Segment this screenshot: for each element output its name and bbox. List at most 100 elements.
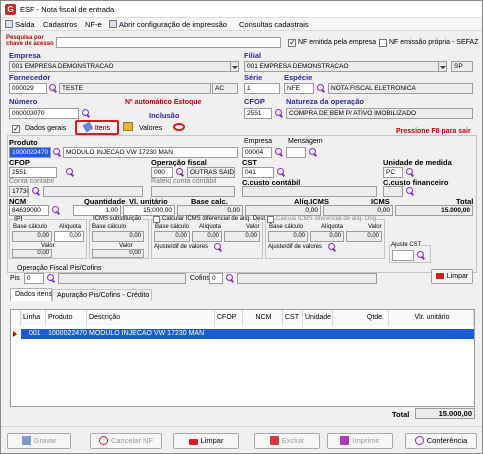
difal-orig-checkbox[interactable] bbox=[267, 216, 274, 223]
nf-emissao-propria-checkbox[interactable] bbox=[379, 39, 387, 47]
column-header[interactable]: Unidade bbox=[303, 310, 333, 326]
tab-dados-itens[interactable]: Dados itens bbox=[10, 288, 52, 301]
ajuste-cst-search-icon[interactable] bbox=[416, 250, 425, 260]
numero-search-icon[interactable] bbox=[81, 108, 90, 118]
empresa-item-search-icon[interactable] bbox=[274, 147, 283, 157]
mensagem-input[interactable] bbox=[286, 147, 306, 158]
difal-dest-ajuste-search-icon[interactable] bbox=[213, 242, 222, 252]
difal-orig-valor-field: 0,00 bbox=[346, 231, 382, 242]
main-window: G ESF - Nota fiscal de entrada Saída Cad… bbox=[0, 0, 483, 454]
column-header[interactable]: Qtde. bbox=[333, 310, 389, 326]
tab-dados-gerais[interactable]: Dados gerais bbox=[25, 125, 66, 132]
conferencia-button[interactable]: Conferência bbox=[405, 433, 477, 449]
empresa-item-input[interactable]: 00004 bbox=[242, 147, 272, 158]
chave-acesso-input[interactable] bbox=[56, 37, 281, 48]
empresa-dropdown-icon[interactable] bbox=[231, 61, 239, 72]
column-header[interactable]: CST bbox=[283, 310, 303, 326]
column-header[interactable]: Produto bbox=[46, 310, 87, 326]
cell-linha: 001 bbox=[29, 330, 41, 337]
difal-dest-ajuste-label: Ajuste/dif de valores bbox=[154, 244, 209, 250]
app-logo-icon: G bbox=[5, 4, 16, 15]
c-custo-financeiro-search-icon[interactable] bbox=[405, 186, 414, 196]
cst-input[interactable]: 041 bbox=[242, 167, 274, 178]
menu-consultas[interactable]: Consultas cadastrais bbox=[237, 19, 311, 30]
difal-dest-aliq-label: Alíquota bbox=[199, 224, 222, 230]
exit-icon bbox=[5, 20, 13, 28]
cfop-item-search-icon[interactable] bbox=[65, 167, 74, 177]
especie-search-icon[interactable] bbox=[316, 83, 325, 93]
excluir-button[interactable]: Excluir bbox=[254, 433, 320, 449]
mensagem-search-icon[interactable] bbox=[308, 147, 317, 157]
mensagem-label: Mensagem bbox=[288, 138, 323, 145]
filial-dropdown-icon[interactable] bbox=[439, 61, 447, 72]
c-custo-contabil-field[interactable] bbox=[242, 186, 377, 197]
cfop-item-input[interactable]: 2551 bbox=[9, 167, 57, 178]
conta-contabil-search-icon[interactable] bbox=[31, 186, 40, 196]
empresa-select[interactable]: 001 EMPRESA DEMONSTRACAO bbox=[9, 61, 231, 72]
rateio-field[interactable] bbox=[151, 186, 235, 197]
fornecedor-search-icon[interactable] bbox=[48, 83, 57, 93]
c-custo-financeiro-input[interactable] bbox=[383, 186, 403, 197]
fornecedor-uf-field: AC bbox=[212, 83, 238, 94]
column-header[interactable]: CFOP bbox=[215, 310, 243, 326]
unidade-label: Unidade de medida bbox=[383, 158, 452, 167]
produto-desc-field[interactable]: MODULO INJECAO VW 17230 MAN bbox=[63, 147, 238, 158]
serie-input[interactable]: 1 bbox=[244, 83, 280, 94]
tab-itens[interactable]: Itens bbox=[75, 120, 119, 135]
unidade-input[interactable]: PC bbox=[383, 167, 403, 178]
vl-unitario-input[interactable]: 15.000,00 bbox=[123, 205, 175, 216]
ipi-valor-field: 0,00 bbox=[12, 249, 52, 258]
footer-total-field: 15.000,00 bbox=[415, 408, 475, 419]
conta-contabil-input[interactable]: 17730 bbox=[9, 186, 29, 197]
menu-nfe[interactable]: NF-e bbox=[83, 19, 104, 30]
cancel-icon bbox=[98, 436, 108, 445]
pis-search-icon[interactable] bbox=[46, 273, 55, 283]
cofins-search-icon[interactable] bbox=[225, 273, 234, 283]
limpar-button[interactable]: Limpar bbox=[173, 433, 239, 449]
natureza-label: Natureza da operação bbox=[286, 97, 364, 106]
operacao-fiscal-code-input[interactable]: 000 bbox=[151, 167, 173, 178]
imprimir-button[interactable]: Imprimir bbox=[327, 433, 393, 449]
dados-gerais-checkbox[interactable] bbox=[12, 124, 20, 133]
cst-search-icon[interactable] bbox=[276, 167, 285, 177]
gravar-button[interactable]: Gravar bbox=[7, 433, 71, 449]
numero-input[interactable]: 000003070 bbox=[9, 108, 79, 119]
menu-saida[interactable]: Saída bbox=[3, 19, 37, 30]
limpar-item-button[interactable]: Limpar bbox=[431, 269, 473, 284]
filial-select[interactable]: 001 EMPRESA DEMONSTRACAO bbox=[244, 61, 439, 72]
cfop-search-icon[interactable] bbox=[274, 108, 283, 118]
tab-valores[interactable]: Valores bbox=[139, 125, 162, 132]
ipi-aliq-input[interactable]: 0,00 bbox=[54, 231, 84, 242]
base-calc-field: 0,00 bbox=[177, 205, 243, 216]
especie-code-input[interactable]: NFE bbox=[284, 83, 314, 94]
aliq-icms-field: 0,00 bbox=[245, 205, 321, 216]
quantidade-input[interactable]: 1,00 bbox=[73, 205, 121, 216]
operacao-fiscal-search-icon[interactable] bbox=[175, 167, 184, 177]
cancelar-nf-button[interactable]: Cancelar NF bbox=[90, 433, 162, 449]
unidade-search-icon[interactable] bbox=[405, 167, 414, 177]
column-header[interactable]: Linha bbox=[21, 310, 46, 326]
column-header[interactable]: Descrição bbox=[87, 310, 215, 326]
ncm-input[interactable]: 84639000 bbox=[9, 205, 49, 216]
menu-cadastros[interactable]: Cadastros bbox=[41, 19, 79, 30]
cofins-input[interactable]: 0 bbox=[209, 273, 223, 284]
difal-dest-checkbox[interactable] bbox=[153, 216, 160, 223]
ncm-search-icon[interactable] bbox=[51, 205, 60, 215]
column-header[interactable]: NCM bbox=[243, 310, 283, 326]
icms-st-valor-field: 0,00 bbox=[92, 249, 144, 258]
cfop-input[interactable]: 2551 bbox=[244, 108, 272, 119]
fornecedor-code-input[interactable]: 000029 bbox=[9, 83, 47, 94]
natureza-field: COMPRA DE BEM P/ ATIVO IMOBILIZADO bbox=[286, 108, 473, 119]
menu-abrir-configuracao[interactable]: Abrir configuração de impressão bbox=[107, 19, 229, 30]
difal-orig-ajuste-search-icon[interactable] bbox=[327, 242, 336, 252]
valores-link-icon[interactable] bbox=[173, 123, 185, 131]
produto-search-icon[interactable] bbox=[52, 147, 61, 157]
produto-code-input[interactable]: 1000022470 bbox=[9, 147, 51, 158]
ajuste-cst-input[interactable] bbox=[392, 250, 414, 261]
cfop-item-label: CFOP bbox=[9, 158, 30, 167]
tab-apuracao[interactable]: Apuração Pis/Cofins - Crédito bbox=[52, 289, 152, 301]
nf-emitida-empresa-checkbox[interactable] bbox=[288, 38, 296, 47]
operacao-fiscal-desc-field: OUTRAS SAIDAS bbox=[187, 167, 235, 178]
column-header[interactable]: Vlr. unitário bbox=[389, 310, 474, 326]
pis-input[interactable]: 0 bbox=[24, 273, 44, 284]
